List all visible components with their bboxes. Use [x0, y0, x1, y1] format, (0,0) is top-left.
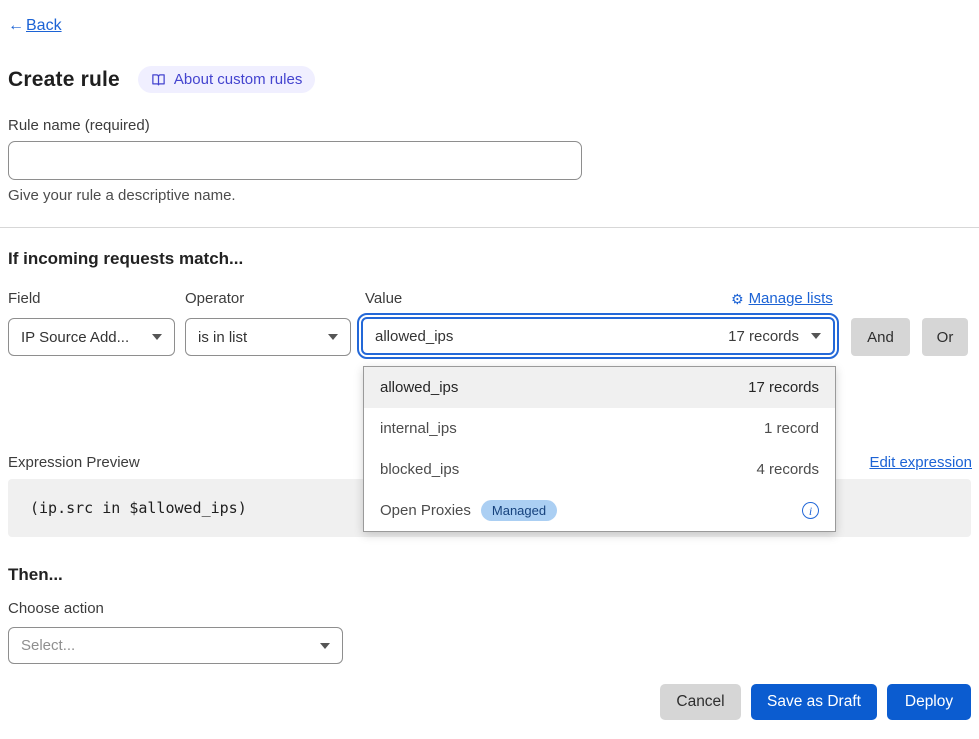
- list-option-name: internal_ips: [380, 420, 457, 437]
- operator-select[interactable]: is in list: [185, 318, 351, 356]
- list-option-name: blocked_ips: [380, 461, 459, 478]
- and-button[interactable]: And: [851, 318, 910, 356]
- gear-icon: ⚙: [731, 292, 744, 306]
- save-as-draft-button[interactable]: Save as Draft: [751, 684, 877, 720]
- action-select[interactable]: Select...: [8, 627, 343, 664]
- action-select-placeholder: Select...: [21, 637, 75, 654]
- chevron-down-icon: [152, 334, 162, 340]
- field-label: Field: [8, 290, 41, 307]
- rule-name-input[interactable]: [8, 141, 582, 180]
- chevron-down-icon: [320, 643, 330, 649]
- info-icon[interactable]: i: [802, 502, 819, 519]
- list-option-records: 4 records: [756, 461, 819, 478]
- match-section-heading: If incoming requests match...: [8, 249, 243, 269]
- rule-name-helper: Give your rule a descriptive name.: [8, 187, 236, 204]
- value-select[interactable]: allowed_ips 17 records: [361, 317, 835, 355]
- left-arrow-icon: ←: [8, 17, 24, 35]
- list-option-records: 17 records: [748, 379, 819, 396]
- book-icon: [151, 72, 166, 87]
- page-title: Create rule: [8, 68, 120, 92]
- value-select-records: 17 records: [728, 328, 799, 345]
- edit-expression-link[interactable]: Edit expression: [869, 454, 972, 471]
- list-option-records: 1 record: [764, 420, 819, 437]
- manage-lists-label: Manage lists: [749, 290, 833, 307]
- create-rule-page: ←Back Create rule About custom rules Rul…: [0, 0, 979, 739]
- back-link[interactable]: ←Back: [8, 17, 62, 35]
- field-select-value: IP Source Add...: [21, 329, 129, 346]
- then-section-heading: Then...: [8, 565, 63, 585]
- about-badge-label: About custom rules: [174, 71, 302, 88]
- deploy-button[interactable]: Deploy: [887, 684, 971, 720]
- operator-label: Operator: [185, 290, 244, 307]
- about-custom-rules-badge[interactable]: About custom rules: [138, 66, 315, 93]
- list-option-blocked-ips[interactable]: blocked_ips 4 records: [364, 449, 835, 490]
- chevron-down-icon: [328, 334, 338, 340]
- value-select-value: allowed_ips: [375, 328, 453, 345]
- section-divider: [0, 227, 979, 228]
- list-option-internal-ips[interactable]: internal_ips 1 record: [364, 408, 835, 449]
- back-label: Back: [26, 17, 62, 35]
- manage-lists-link[interactable]: ⚙ Manage lists: [731, 290, 833, 307]
- list-option-name: Open Proxies: [380, 502, 471, 519]
- expression-preview-label: Expression Preview: [8, 454, 140, 471]
- list-dropdown-menu: allowed_ips 17 records internal_ips 1 re…: [363, 366, 836, 532]
- choose-action-label: Choose action: [8, 600, 104, 617]
- operator-select-value: is in list: [198, 329, 247, 346]
- rule-name-label: Rule name (required): [8, 117, 150, 134]
- value-label: Value: [365, 290, 402, 307]
- list-option-name: allowed_ips: [380, 379, 458, 396]
- value-select-focus-ring: allowed_ips 17 records: [357, 313, 839, 359]
- chevron-down-icon: [811, 333, 821, 339]
- title-row: Create rule About custom rules: [8, 66, 315, 93]
- or-button[interactable]: Or: [922, 318, 968, 356]
- expression-code: (ip.src in $allowed_ips): [8, 499, 247, 517]
- list-option-open-proxies[interactable]: Open Proxies Managed i: [364, 490, 835, 531]
- cancel-button[interactable]: Cancel: [660, 684, 741, 720]
- edit-expression-label: Edit expression: [869, 454, 972, 471]
- field-select[interactable]: IP Source Add...: [8, 318, 175, 356]
- managed-badge: Managed: [481, 500, 557, 521]
- list-option-allowed-ips[interactable]: allowed_ips 17 records: [364, 367, 835, 408]
